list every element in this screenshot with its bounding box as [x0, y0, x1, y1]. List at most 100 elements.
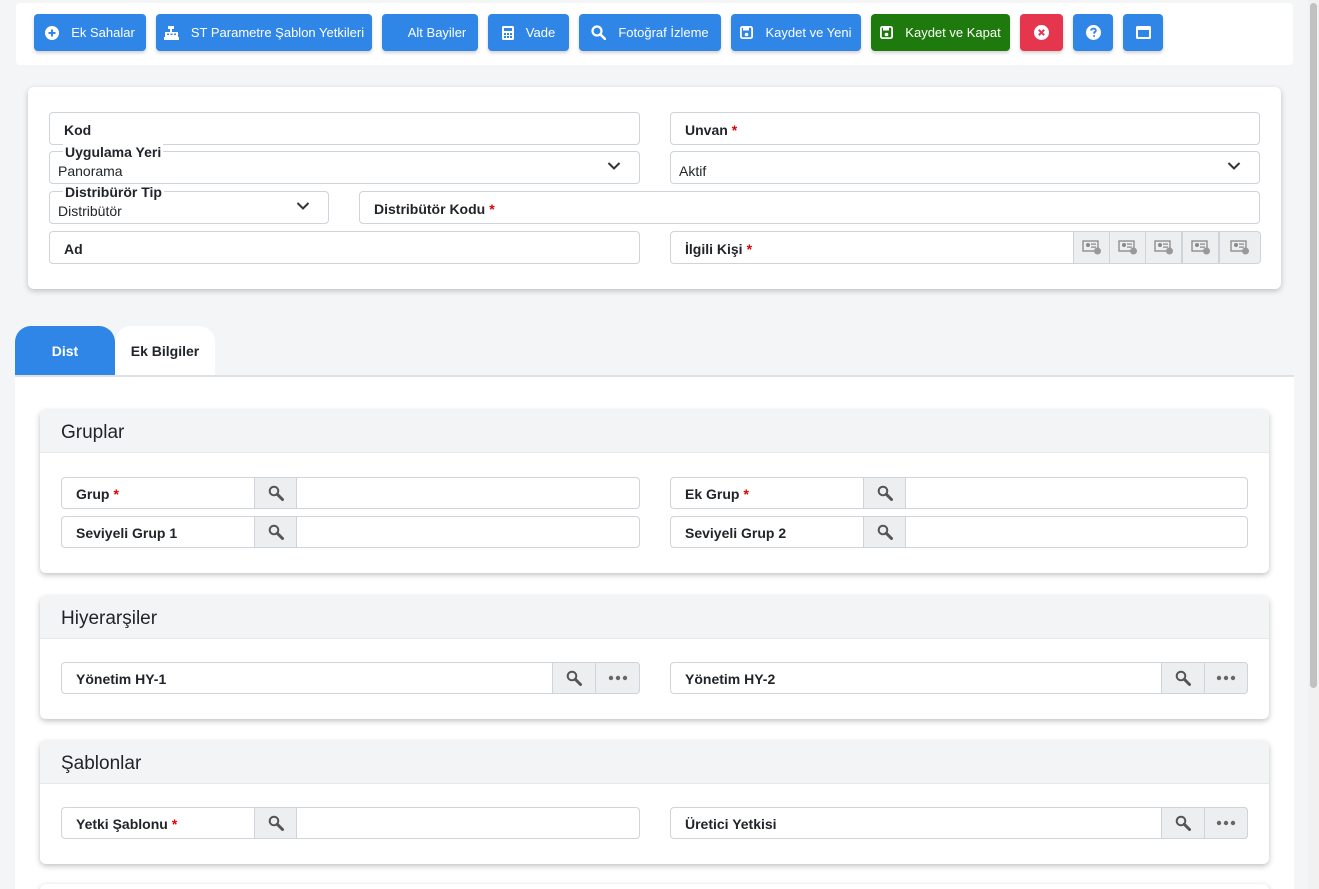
- next-section: [40, 884, 1269, 889]
- ilgili-kisi-label: İlgili Kişi *: [685, 241, 753, 257]
- distributor-tip-value: Distribütör: [58, 203, 122, 219]
- tab-dist-label: Dist: [51, 342, 79, 359]
- search-icon: [877, 485, 893, 501]
- search-icon: [1175, 670, 1191, 686]
- search-icon: [1175, 815, 1191, 831]
- save-icon: [740, 26, 754, 39]
- yonetim-hy-2-search-button[interactable]: [1161, 662, 1205, 694]
- seviyeli-grup-2-label: Seviyeli Grup 2: [685, 525, 787, 541]
- distributor-tip-select[interactable]: Distribürör Tip Distribütör: [49, 184, 329, 224]
- help-button[interactable]: [1073, 14, 1113, 51]
- seviyeli-grup-1-lookup[interactable]: Seviyeli Grup 1: [61, 516, 640, 548]
- uretici-yetkisi-more-button[interactable]: [1204, 807, 1248, 839]
- tab-dist[interactable]: Dist: [15, 326, 115, 375]
- uygulama-yeri-label: Uygulama Yeri: [63, 144, 164, 160]
- contact-card-icon[interactable]: [1073, 231, 1110, 264]
- alt-bayiler-button[interactable]: Alt Bayiler: [382, 14, 478, 51]
- search-icon: [268, 815, 284, 831]
- ad-field[interactable]: Ad: [49, 231, 640, 264]
- seviyeli-grup-1-search-button[interactable]: [254, 516, 297, 548]
- window-button[interactable]: [1123, 14, 1163, 51]
- search-icon: [591, 25, 607, 40]
- ek-sahalar-button[interactable]: Ek Sahalar: [34, 14, 146, 51]
- required-marker: *: [743, 486, 749, 502]
- uretici-yetkisi-lookup[interactable]: Üretici Yetkisi: [670, 807, 1248, 839]
- required-marker: *: [746, 241, 753, 257]
- calculator-icon: [501, 25, 514, 40]
- distributor-tip-label: Distribürör Tip: [63, 184, 164, 200]
- ek-sahalar-label: Ek Sahalar: [71, 25, 135, 40]
- ellipsis-icon: [1216, 675, 1236, 681]
- search-icon: [268, 485, 284, 501]
- contact-card-icon[interactable]: [1182, 231, 1219, 264]
- unvan-label: Unvan *: [685, 122, 738, 138]
- contact-card-icon[interactable]: [1145, 231, 1182, 264]
- help-icon: [1085, 25, 1101, 40]
- gruplar-title: Gruplar: [40, 410, 1269, 453]
- vade-button[interactable]: Vade: [488, 14, 569, 51]
- st-parametre-sablon-button[interactable]: ST Parametre Şablon Yetkileri: [156, 14, 372, 51]
- header-form-card: Kod Unvan * Uygulama Yeri Panorama Aktif …: [28, 87, 1281, 289]
- kaydet-ve-kapat-button[interactable]: Kaydet ve Kapat: [871, 14, 1010, 51]
- page-scrollbar[interactable]: [1308, 0, 1319, 889]
- chevron-down-icon: [296, 201, 310, 211]
- ellipsis-icon: [1216, 820, 1236, 826]
- uretici-yetkisi-search-button[interactable]: [1161, 807, 1205, 839]
- contact-card-icon[interactable]: [1219, 231, 1261, 264]
- kod-field[interactable]: Kod: [49, 112, 640, 145]
- plus-circle-icon: [45, 25, 60, 40]
- vade-label: Vade: [525, 25, 556, 40]
- yonetim-hy-1-more-button[interactable]: [595, 662, 640, 694]
- contact-card-icon[interactable]: [1109, 231, 1146, 264]
- required-marker: *: [113, 486, 119, 502]
- seviyeli-grup-2-search-button[interactable]: [863, 516, 906, 548]
- seviyeli-grup-2-lookup[interactable]: Seviyeli Grup 2: [670, 516, 1248, 548]
- unvan-field[interactable]: Unvan *: [670, 112, 1260, 145]
- gruplar-section: Gruplar Grup * Ek Grup * Seviyeli Grup 1 S…: [40, 410, 1269, 573]
- yetki-sablonu-label: Yetki Şablonu *: [76, 816, 178, 832]
- kaydet-ve-yeni-label: Kaydet ve Yeni: [765, 25, 852, 40]
- hiyerarsiler-section: Hiyerarşiler Yönetim HY-1 Yönetim HY-2: [40, 596, 1269, 719]
- hiyerarsiler-title: Hiyerarşiler: [40, 596, 1269, 639]
- ek-grup-search-button[interactable]: [863, 477, 906, 509]
- ek-grup-label: Ek Grup *: [685, 486, 749, 502]
- seviyeli-grup-1-label: Seviyeli Grup 1: [76, 525, 178, 541]
- search-icon: [566, 670, 582, 686]
- yetki-sablonu-lookup[interactable]: Yetki Şablonu *: [61, 807, 640, 839]
- ilgili-kisi-field[interactable]: İlgili Kişi *: [670, 231, 1261, 264]
- uygulama-yeri-select[interactable]: Uygulama Yeri Panorama: [49, 144, 640, 184]
- ellipsis-icon: [608, 675, 628, 681]
- toolbar: Ek Sahalar ST Parametre Şablon Yetkileri…: [16, 3, 1293, 65]
- durum-select[interactable]: Aktif: [670, 151, 1260, 184]
- ek-grup-lookup[interactable]: Ek Grup *: [670, 477, 1248, 509]
- cancel-button[interactable]: [1020, 14, 1063, 51]
- save-icon: [880, 26, 894, 39]
- distributor-kodu-field[interactable]: Distribütör Kodu *: [359, 191, 1260, 224]
- yonetim-hy-2-lookup[interactable]: Yönetim HY-2: [670, 662, 1248, 694]
- chevron-down-icon: [607, 161, 621, 171]
- tab-ek-bilgiler[interactable]: Ek Bilgiler: [115, 326, 215, 375]
- yonetim-hy-1-lookup[interactable]: Yönetim HY-1: [61, 662, 640, 694]
- uretici-yetkisi-label: Üretici Yetkisi: [685, 816, 777, 832]
- tab-ek-bilgiler-label: Ek Bilgiler: [130, 342, 200, 359]
- grup-label: Grup *: [76, 486, 119, 502]
- search-icon: [877, 524, 893, 540]
- kaydet-ve-kapat-label: Kaydet ve Kapat: [905, 25, 1001, 40]
- uygulama-yeri-value: Panorama: [58, 163, 123, 179]
- kod-label: Kod: [64, 122, 92, 138]
- required-marker: *: [171, 816, 178, 832]
- required-marker: *: [489, 201, 495, 217]
- fotograf-izleme-button[interactable]: Fotoğraf İzleme: [579, 14, 721, 51]
- close-circle-icon: [1034, 25, 1049, 40]
- yonetim-hy-1-search-button[interactable]: [552, 662, 596, 694]
- grup-lookup[interactable]: Grup *: [61, 477, 640, 509]
- scrollbar-thumb[interactable]: [1310, 3, 1317, 688]
- kaydet-ve-yeni-button[interactable]: Kaydet ve Yeni: [731, 14, 861, 51]
- sablonlar-title: Şablonlar: [40, 741, 1269, 784]
- alt-bayiler-label: Alt Bayiler: [407, 25, 467, 40]
- cash-register-icon: [163, 25, 179, 40]
- sablonlar-section: Şablonlar Yetki Şablonu * Üretici Yetkisi: [40, 741, 1269, 864]
- grup-search-button[interactable]: [254, 477, 297, 509]
- yetki-sablonu-search-button[interactable]: [254, 807, 297, 839]
- yonetim-hy-2-more-button[interactable]: [1204, 662, 1248, 694]
